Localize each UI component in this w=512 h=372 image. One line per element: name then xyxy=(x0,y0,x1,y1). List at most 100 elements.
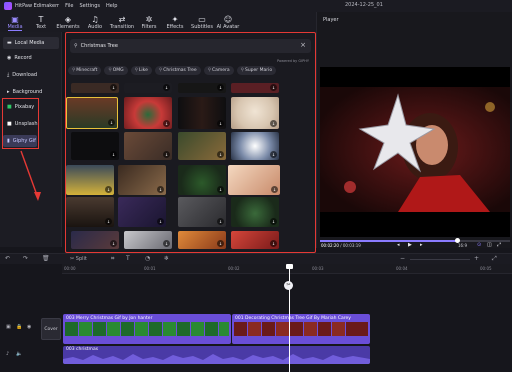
aspect-ratio-select[interactable]: 16:9 xyxy=(458,243,467,248)
gif-thumbnail[interactable]: ↓ xyxy=(228,165,280,195)
video-preview[interactable] xyxy=(320,67,510,237)
next-frame-icon[interactable]: ▸ xyxy=(420,242,423,248)
eye-icon[interactable]: ◉ xyxy=(27,324,31,330)
lock-icon[interactable]: 🔒 xyxy=(16,324,22,330)
fit-timeline-icon[interactable]: ⤢ xyxy=(492,255,497,263)
fullscreen-icon[interactable]: ⤢ xyxy=(497,242,501,248)
gif-thumbnail[interactable]: ↓ xyxy=(178,132,226,160)
download-icon[interactable]: ↓ xyxy=(105,186,112,193)
search-bar[interactable]: ⚲ Christmas Tree × xyxy=(70,39,311,53)
download-icon[interactable]: ↓ xyxy=(163,120,170,127)
ruler-tick: 00:02 xyxy=(228,266,240,271)
download-icon[interactable]: ↓ xyxy=(110,240,117,247)
tag-super-mario[interactable]: ⚲Super Mario xyxy=(236,66,277,75)
video-clip-1[interactable]: 003 Merry Christmas Gif by Jon hanter xyxy=(63,314,231,344)
audio-clip[interactable]: 003 christmas xyxy=(63,346,370,364)
gif-thumbnail[interactable]: ↓ xyxy=(231,132,279,160)
download-icon[interactable]: ↓ xyxy=(110,151,117,158)
download-icon[interactable]: ↓ xyxy=(157,218,164,225)
gif-thumbnail[interactable]: ↓ xyxy=(124,83,172,93)
download-icon[interactable]: ↓ xyxy=(217,84,224,91)
download-icon[interactable]: ↓ xyxy=(163,240,170,247)
gif-thumbnail[interactable]: ↓ xyxy=(178,83,226,93)
menu-help[interactable]: Help xyxy=(106,3,117,9)
tag-camera[interactable]: ⚲Camera xyxy=(203,66,234,75)
gif-thumbnail[interactable]: ↓ xyxy=(231,97,279,129)
tag-christmas-tree[interactable]: ⚲Christmas Tree xyxy=(154,66,201,75)
ruler-tick: 00:03 xyxy=(312,266,324,271)
gif-thumbnail[interactable]: ↓ xyxy=(124,132,172,160)
tag-minecraft[interactable]: ⚲Minecraft xyxy=(68,66,102,75)
download-icon[interactable]: ↓ xyxy=(217,151,224,158)
cover-button[interactable]: Cover xyxy=(41,318,61,340)
tab-filters[interactable]: ✲ Filters xyxy=(136,12,162,32)
gif-thumbnail[interactable]: ↓ xyxy=(178,197,226,227)
previous-frame-icon[interactable]: ◂ xyxy=(397,242,400,248)
menu-settings[interactable]: Settings xyxy=(80,3,101,9)
download-icon[interactable]: ↓ xyxy=(217,240,224,247)
gif-thumbnail[interactable]: ↓ xyxy=(118,165,166,195)
annotation-arrow xyxy=(20,150,41,201)
play-icon[interactable]: ▶ xyxy=(408,242,412,248)
zoom-slider[interactable] xyxy=(410,259,470,260)
tab-subtitles[interactable]: ▭ Subtitles xyxy=(189,12,215,32)
undo-icon[interactable]: ↶ xyxy=(5,255,10,262)
download-icon[interactable]: ↓ xyxy=(270,151,277,158)
delete-icon[interactable]: 🗑 xyxy=(42,255,50,262)
tab-audio[interactable]: ♫ Audio xyxy=(82,12,108,32)
download-icon[interactable]: ↓ xyxy=(217,218,224,225)
gif-thumbnail[interactable]: ↓ xyxy=(124,231,172,249)
split-button[interactable]: ✂ Split xyxy=(70,256,87,262)
download-icon[interactable]: ↓ xyxy=(163,151,170,158)
gif-thumbnail[interactable]: ↓ xyxy=(66,165,114,195)
download-icon[interactable]: ↓ xyxy=(108,119,115,126)
gif-thumbnail[interactable]: ↓ xyxy=(124,97,172,129)
tag-omg[interactable]: ⚲OMG xyxy=(104,66,128,75)
download-icon[interactable]: ↓ xyxy=(270,218,277,225)
playhead-handle[interactable] xyxy=(286,264,293,269)
crop-icon[interactable]: ⌗ xyxy=(111,255,114,263)
download-icon[interactable]: ↓ xyxy=(110,84,117,91)
scissors-icon[interactable]: ✂ xyxy=(284,281,293,290)
tab-transition[interactable]: ⇄ Transition xyxy=(109,12,135,32)
download-icon[interactable]: ↓ xyxy=(270,84,277,91)
gif-thumbnail[interactable]: ↓ xyxy=(71,83,119,93)
gif-thumbnail[interactable]: ↓ xyxy=(231,231,279,249)
gif-thumbnail[interactable]: ↓ xyxy=(178,231,226,249)
download-icon[interactable]: ↓ xyxy=(217,186,224,193)
gif-thumbnail[interactable]: ↓ xyxy=(71,132,119,160)
transition-icon: ⇄ xyxy=(118,14,126,24)
download-icon[interactable]: ↓ xyxy=(105,218,112,225)
download-icon[interactable]: ↓ xyxy=(270,240,277,247)
video-clip-2[interactable]: 001 Decorating Christmas Tree Gif By Mar… xyxy=(232,314,370,344)
mute-icon[interactable]: 🔈 xyxy=(16,351,22,357)
gif-thumbnail[interactable]: ↓ xyxy=(66,197,114,227)
download-icon[interactable]: ↓ xyxy=(157,186,164,193)
gif-thumbnail[interactable]: ↓ xyxy=(118,197,166,227)
search-input[interactable]: Christmas Tree xyxy=(81,43,118,49)
download-icon[interactable]: ↓ xyxy=(271,186,278,193)
zoom-out-icon[interactable]: − xyxy=(400,255,405,262)
freeze-icon[interactable]: ❄ xyxy=(164,255,169,262)
gif-thumbnail[interactable]: ↓ xyxy=(66,97,118,129)
snapshot-icon[interactable]: ◫ xyxy=(487,242,492,248)
tag-like[interactable]: ⚲Like xyxy=(130,66,152,75)
gif-thumbnail[interactable]: ↓ xyxy=(231,197,279,227)
text-tool-icon[interactable]: T xyxy=(126,255,130,262)
tab-effects[interactable]: ✦ Effects xyxy=(162,12,188,32)
redo-icon[interactable]: ↷ xyxy=(23,255,28,262)
gif-thumbnail[interactable]: ↓ xyxy=(178,165,226,195)
download-icon[interactable]: ↓ xyxy=(163,84,170,91)
close-icon[interactable]: × xyxy=(300,41,306,49)
zoom-in-icon[interactable]: + xyxy=(474,255,479,262)
download-icon[interactable]: ↓ xyxy=(217,120,224,127)
gif-thumbnail[interactable]: ↓ xyxy=(71,231,119,249)
playback-scrubber[interactable] xyxy=(320,238,510,243)
gif-thumbnail[interactable]: ↓ xyxy=(231,83,279,93)
gif-thumbnail[interactable]: ↓ xyxy=(178,97,226,129)
tab-ai-avatar[interactable]: ☺ AI Avatar xyxy=(215,12,241,32)
fit-screen-icon[interactable]: ⊙ xyxy=(477,242,481,248)
clip-frame xyxy=(121,322,134,336)
speed-icon[interactable]: ◔ xyxy=(145,255,150,262)
download-icon[interactable]: ↓ xyxy=(270,120,277,127)
